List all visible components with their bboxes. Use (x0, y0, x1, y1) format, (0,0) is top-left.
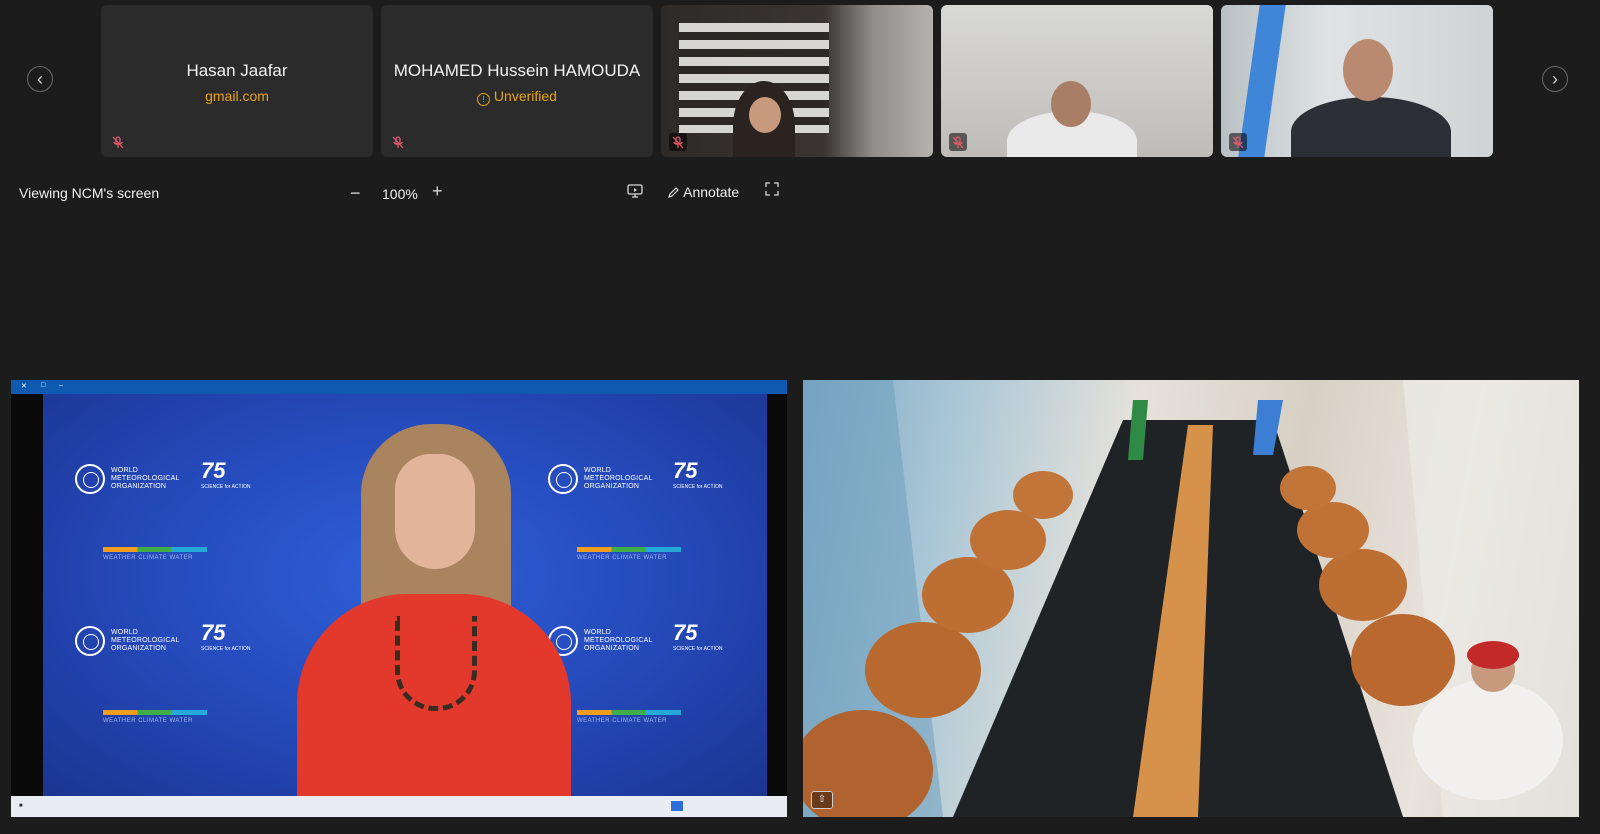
participant-face (1051, 81, 1091, 127)
plus-icon: + (432, 181, 443, 201)
zoom-in-button[interactable]: + (432, 181, 443, 202)
remote-control-button[interactable] (627, 184, 643, 201)
theme-bar-label: WEATHER CLIMATE WATER (103, 718, 193, 724)
fullscreen-button[interactable] (765, 182, 779, 200)
close-icon: ✕ (21, 383, 27, 390)
participant-video-5[interactable] (1221, 5, 1493, 157)
participant-face (749, 97, 781, 133)
org-name-line: WORLD (584, 629, 612, 636)
maximize-icon: □ (41, 382, 46, 389)
org-name-line: ORGANIZATION (584, 645, 640, 652)
org-name-line: METEOROLOGICAL (584, 475, 653, 482)
theme-bar-label: WEATHER CLIMATE WATER (577, 718, 667, 724)
wmo-logo: WORLD METEOROLOGICAL ORGANIZATION (548, 626, 653, 656)
anniversary-number: 75 (201, 458, 226, 483)
participant-tile-1[interactable]: Hasan Jaafar gmail.com (101, 5, 373, 157)
theme-color-bar (577, 710, 681, 715)
org-name-line: WORLD (111, 629, 139, 636)
anniversary-logo: 75 SCIENCE for ACTION (673, 620, 722, 652)
wmo-logo: WORLD METEOROLOGICAL ORGANIZATION (548, 464, 653, 494)
org-name-line: WORLD (111, 467, 139, 474)
zoom-out-button[interactable]: − (350, 183, 361, 204)
mic-off-icon (389, 133, 407, 151)
org-name-line: METEOROLOGICAL (111, 475, 180, 482)
org-name-line: METEOROLOGICAL (584, 637, 653, 644)
annotate-label: Annotate (683, 184, 740, 200)
anniversary-tag: SCIENCE for ACTION (673, 646, 723, 652)
wmo-emblem-icon (75, 626, 105, 656)
unverified-badge: ! Unverified (381, 88, 653, 106)
start-icon: ■ (19, 803, 23, 809)
theme-color-bar (103, 547, 207, 552)
org-name-line: WORLD (584, 467, 612, 474)
wmo-video-slide: WORLD METEOROLOGICAL ORGANIZATION 75 SCI… (43, 394, 767, 804)
windows-icon (671, 801, 683, 811)
anniversary-number: 75 (673, 620, 698, 645)
mic-off-icon (109, 133, 127, 151)
mic-off-icon (1229, 133, 1247, 151)
wmo-emblem-icon (75, 464, 105, 494)
participant-email: gmail.com (205, 88, 269, 104)
anniversary-tag: SCIENCE for ACTION (673, 484, 723, 490)
zoom-level: 100% (382, 186, 418, 202)
participant-name: MOHAMED Hussein HAMOUDA (393, 61, 641, 80)
conference-room-scene (803, 380, 1579, 817)
theme-color-bar (577, 547, 681, 552)
org-name-line: ORGANIZATION (584, 483, 640, 490)
theme-bar-label: WEATHER CLIMATE WATER (577, 555, 667, 561)
wmo-logo: WORLD METEOROLOGICAL ORGANIZATION (75, 626, 180, 656)
minimize-icon: – (59, 382, 63, 389)
participant-tile-2[interactable]: MOHAMED Hussein HAMOUDA ! Unverified (381, 5, 653, 157)
conference-room-video[interactable]: ⇧ (803, 380, 1579, 817)
speaker-necklace (395, 616, 477, 711)
org-name-line: METEOROLOGICAL (111, 637, 180, 644)
anniversary-number: 75 (673, 458, 698, 483)
previous-page-button[interactable]: ‹ (27, 66, 53, 92)
org-name-line: ORGANIZATION (111, 483, 167, 490)
wmo-emblem-icon (548, 464, 578, 494)
shared-window-titlebar: ✕ □ – (11, 380, 787, 394)
participant-video-4[interactable] (941, 5, 1213, 157)
speaker-face (395, 454, 475, 569)
next-page-button[interactable]: › (1542, 66, 1568, 92)
shared-windows-taskbar: ■ (11, 796, 787, 817)
monitor-icon (627, 184, 643, 198)
chevron-right-icon: › (1552, 69, 1558, 89)
share-screen-icon[interactable]: ⇧ (811, 791, 833, 809)
pen-icon (668, 187, 679, 198)
anniversary-number: 75 (201, 620, 226, 645)
anniversary-tag: SCIENCE for ACTION (201, 646, 251, 652)
screen-share-label: Viewing NCM's screen (19, 185, 160, 201)
unverified-label: Unverified (493, 88, 557, 104)
chevron-left-icon: ‹ (37, 69, 43, 89)
participant-name: Hasan Jaafar (186, 61, 288, 80)
anniversary-logo: 75 SCIENCE for ACTION (201, 458, 250, 490)
expand-icon (765, 182, 779, 196)
theme-color-bar (103, 710, 207, 715)
minus-icon: − (350, 183, 361, 203)
participant-figure (1291, 97, 1451, 157)
wmo-logo: WORLD METEOROLOGICAL ORGANIZATION (75, 464, 180, 494)
participant-face (1343, 39, 1393, 101)
info-circle-icon: ! (477, 93, 491, 106)
mic-off-icon (949, 133, 967, 151)
anniversary-logo: 75 SCIENCE for ACTION (673, 458, 722, 490)
anniversary-logo: 75 SCIENCE for ACTION (201, 620, 250, 652)
annotate-button[interactable]: Annotate (667, 184, 739, 200)
shared-screen[interactable]: ✕ □ – WORLD METEOROLOGICAL ORGANIZATION … (11, 380, 787, 817)
anniversary-tag: SCIENCE for ACTION (201, 484, 251, 490)
theme-bar-label: WEATHER CLIMATE WATER (103, 555, 193, 561)
mic-off-icon (669, 133, 687, 151)
org-name-line: ORGANIZATION (111, 645, 167, 652)
participant-video-3[interactable] (661, 5, 933, 157)
